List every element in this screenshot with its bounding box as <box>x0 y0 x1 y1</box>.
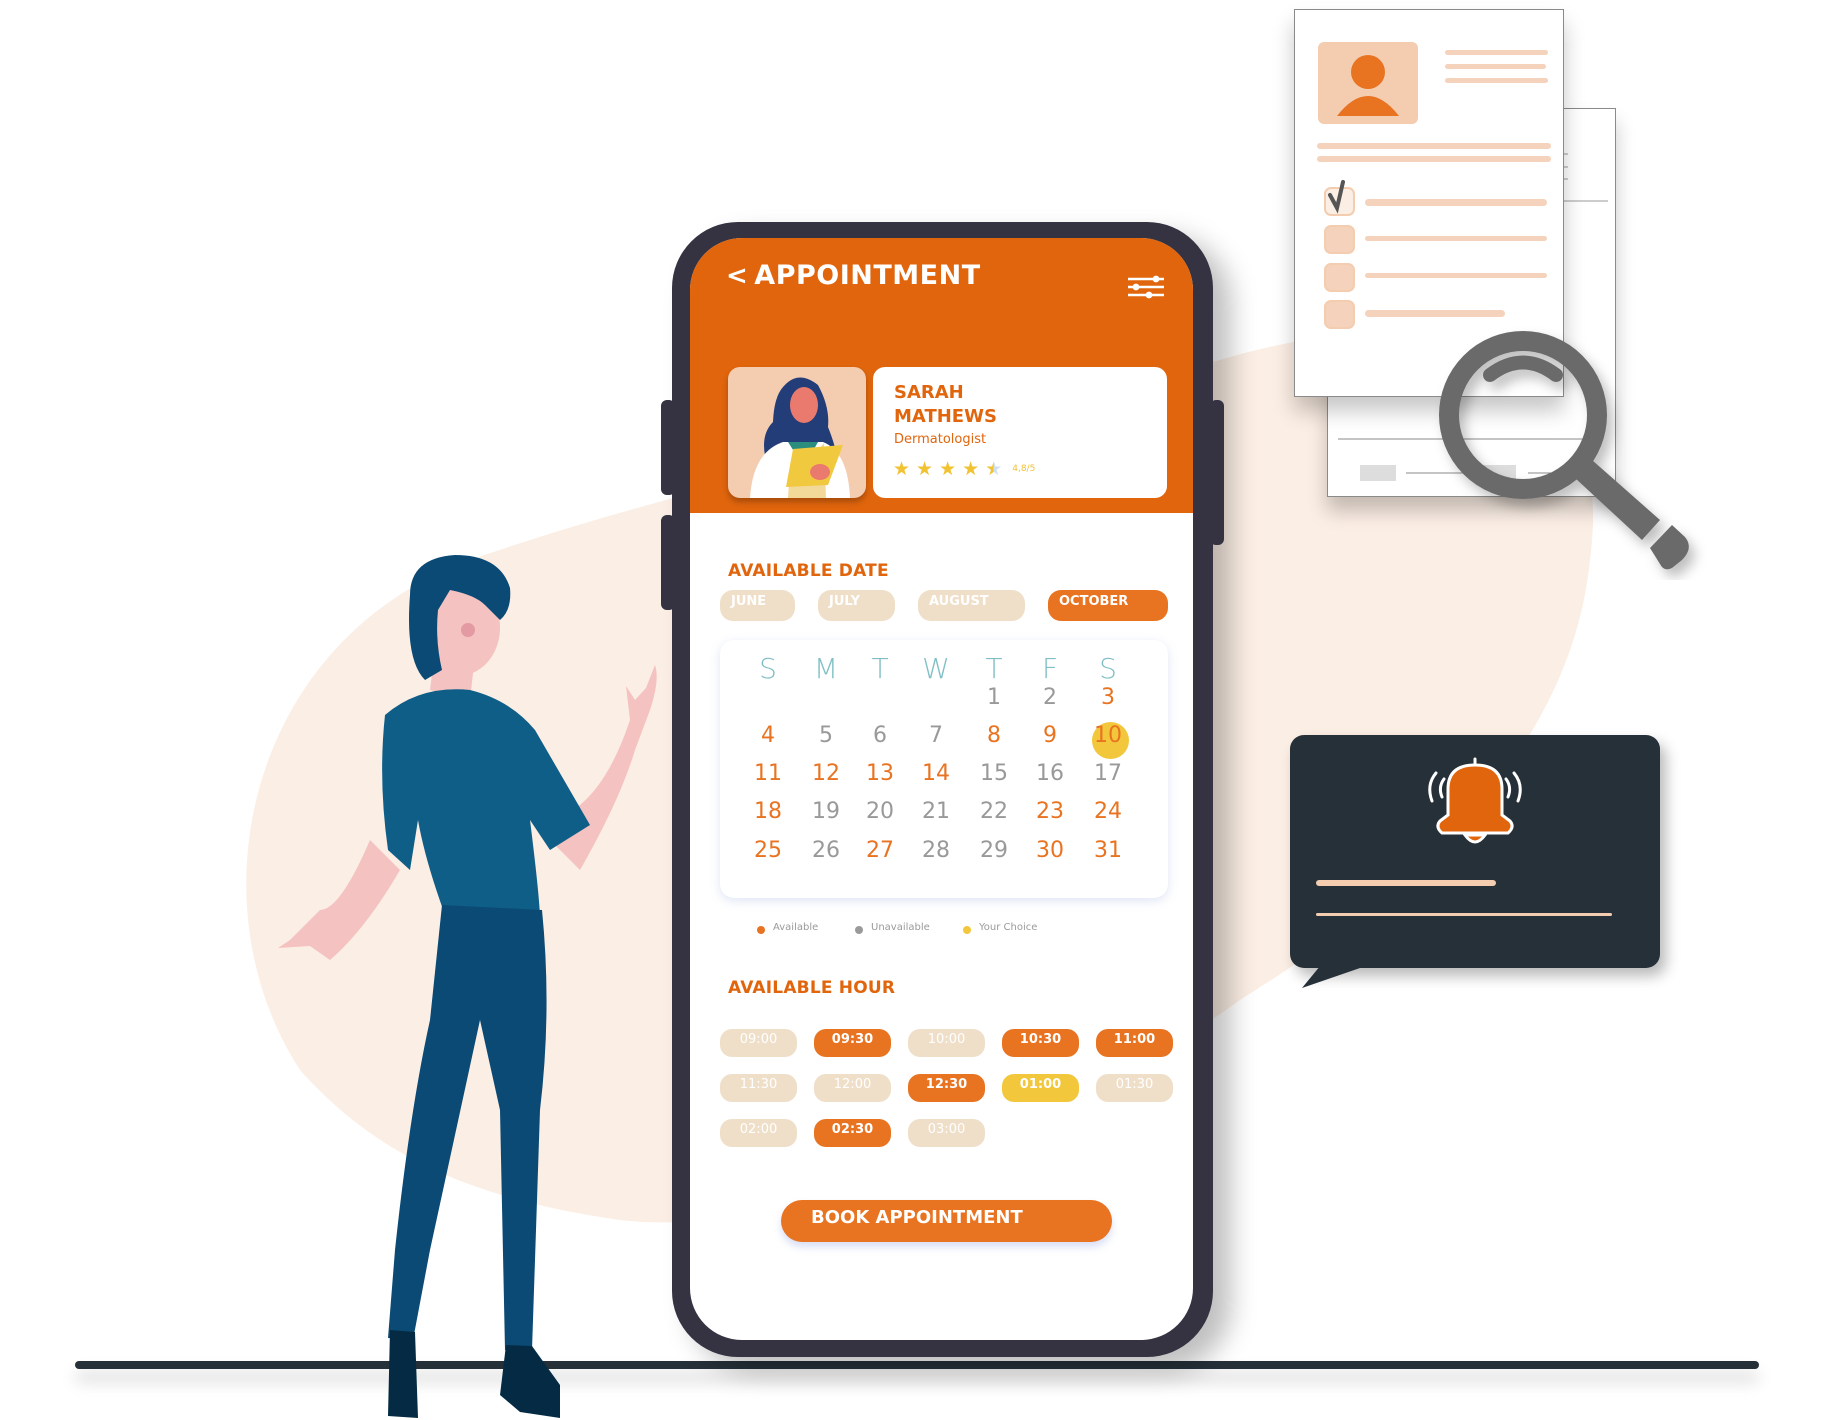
chevron-left-icon: < <box>726 260 749 291</box>
sliders-icon[interactable] <box>1127 274 1165 300</box>
calendar-day-15[interactable]: 15 <box>974 758 1014 790</box>
hour-slot-1130[interactable]: 11:30 <box>720 1074 797 1102</box>
calendar-day-24[interactable]: 24 <box>1088 796 1128 828</box>
phone-power-button <box>1210 400 1224 545</box>
phone-side-button <box>661 515 675 610</box>
hour-slot-1100[interactable]: 11:00 <box>1096 1029 1173 1057</box>
weekday-header: S <box>1099 652 1117 685</box>
calendar-day-27[interactable]: 27 <box>860 835 900 867</box>
rating-stars: ★ ★ ★ ★ ★ 4,8/5 <box>893 459 1035 479</box>
half-star-icon: ★ <box>985 458 1003 480</box>
month-tab-august[interactable]: AUGUST <box>918 590 1025 621</box>
legend-dot-icon <box>963 926 971 934</box>
calendar-day-23[interactable]: 23 <box>1030 796 1070 828</box>
calendar-day-7[interactable]: 7 <box>916 720 956 752</box>
calendar: S M T W T F S 1 2 3 4 5 6 7 8 9 10 11 12 13 14 15 16 17 18 19 20 21… <box>720 640 1168 898</box>
calendar-day-10[interactable]: 10 <box>1088 720 1128 752</box>
doctor-avatar[interactable] <box>728 367 866 498</box>
book-appointment-button[interactable]: BOOK APPOINTMENT <box>781 1200 1112 1242</box>
notification-line-1 <box>1316 880 1496 886</box>
hour-slot-0300[interactable]: 03:00 <box>908 1119 985 1147</box>
calendar-day-6[interactable]: 6 <box>860 720 900 752</box>
woman-figure-illustration <box>278 555 657 1418</box>
hour-slot-1200[interactable]: 12:00 <box>814 1074 891 1102</box>
legend-label: Your Choice <box>979 921 1038 933</box>
available-hour-title: AVAILABLE HOUR <box>728 978 896 998</box>
hour-slot-1000[interactable]: 10:00 <box>908 1029 985 1057</box>
calendar-day-16[interactable]: 16 <box>1030 758 1070 790</box>
month-tab-june[interactable]: JUNE <box>720 590 795 621</box>
calendar-day-8[interactable]: 8 <box>974 720 1014 752</box>
calendar-day-31[interactable]: 31 <box>1088 835 1128 867</box>
weekday-header: F <box>1041 652 1059 685</box>
weekday-header: M <box>813 652 839 685</box>
star-icon: ★ <box>962 458 980 480</box>
hour-slot-0930[interactable]: 09:30 <box>814 1029 891 1057</box>
calendar-day-5[interactable]: 5 <box>806 720 846 752</box>
calendar-day-29[interactable]: 29 <box>974 835 1014 867</box>
legend-item: Unavailable <box>855 920 930 934</box>
notification-line-2 <box>1316 913 1612 916</box>
legend-label: Available <box>773 921 819 933</box>
calendar-day-9[interactable]: 9 <box>1030 720 1070 752</box>
doctor-first-name: SARAH <box>894 382 964 403</box>
phone-screen: < APPOINTMENT SARAH MATHEWS Dermatologis… <box>690 238 1193 1340</box>
available-date-title: AVAILABLE DATE <box>728 561 889 581</box>
legend-item: Available <box>757 920 818 934</box>
month-tab-october[interactable]: OCTOBER <box>1048 590 1168 621</box>
weekday-header: S <box>759 652 777 685</box>
calendar-day-12[interactable]: 12 <box>806 758 846 790</box>
hour-slot-0900[interactable]: 09:00 <box>720 1029 797 1057</box>
star-icon: ★ <box>916 458 934 480</box>
calendar-day-2[interactable]: 2 <box>1030 682 1070 714</box>
doctor-specialty: Dermatologist <box>894 432 987 447</box>
legend-label: Unavailable <box>871 921 930 933</box>
hour-slot-0100[interactable]: 01:00 <box>1002 1074 1079 1102</box>
calendar-day-11[interactable]: 11 <box>748 758 788 790</box>
doctor-last-name: MATHEWS <box>894 406 997 427</box>
month-tab-july[interactable]: JULY <box>818 590 895 621</box>
calendar-day-21[interactable]: 21 <box>916 796 956 828</box>
calendar-day-17[interactable]: 17 <box>1088 758 1128 790</box>
back-button[interactable]: < APPOINTMENT <box>726 260 981 291</box>
doctor-portrait-icon <box>750 377 850 498</box>
weekday-header: T <box>871 652 889 685</box>
calendar-day-3[interactable]: 3 <box>1088 682 1128 714</box>
calendar-day-14[interactable]: 14 <box>916 758 956 790</box>
calendar-day-1[interactable]: 1 <box>974 682 1014 714</box>
doctor-info-card[interactable]: SARAH MATHEWS Dermatologist ★ ★ ★ ★ ★ 4,… <box>873 367 1167 498</box>
doctor-name: SARAH MATHEWS <box>894 381 1094 429</box>
weekday-header: T <box>985 652 1003 685</box>
calendar-day-20[interactable]: 20 <box>860 796 900 828</box>
legend-dot-icon <box>757 926 765 934</box>
calendar-day-30[interactable]: 30 <box>1030 835 1070 867</box>
calendar-day-22[interactable]: 22 <box>974 796 1014 828</box>
legend-item: Your Choice <box>963 920 1037 934</box>
calendar-day-26[interactable]: 26 <box>806 835 846 867</box>
hour-slot-0130[interactable]: 01:30 <box>1096 1074 1173 1102</box>
phone-side-button <box>661 400 675 495</box>
hour-slot-1230[interactable]: 12:30 <box>908 1074 985 1102</box>
calendar-day-28[interactable]: 28 <box>916 835 956 867</box>
appointment-header: < APPOINTMENT SARAH MATHEWS Dermatologis… <box>690 238 1193 513</box>
calendar-day-18[interactable]: 18 <box>748 796 788 828</box>
ringing-bell-icon <box>1428 757 1522 844</box>
calendar-day-19[interactable]: 19 <box>806 796 846 828</box>
calendar-day-4[interactable]: 4 <box>748 720 788 752</box>
magnifying-glass-icon <box>1439 331 1689 570</box>
hour-slot-0200[interactable]: 02:00 <box>720 1119 797 1147</box>
hour-slot-1030[interactable]: 10:30 <box>1002 1029 1079 1057</box>
star-icon: ★ <box>939 458 957 480</box>
weekday-header: W <box>922 652 950 685</box>
page-title: APPOINTMENT <box>754 260 981 291</box>
calendar-day-13[interactable]: 13 <box>860 758 900 790</box>
notification-card <box>1290 735 1660 968</box>
rating-text: 4,8/5 <box>1012 464 1036 474</box>
calendar-day-25[interactable]: 25 <box>748 835 788 867</box>
legend-dot-icon <box>855 926 863 934</box>
star-icon: ★ <box>893 458 911 480</box>
hour-slot-0230[interactable]: 02:30 <box>814 1119 891 1147</box>
notification-tail <box>1302 960 1360 988</box>
